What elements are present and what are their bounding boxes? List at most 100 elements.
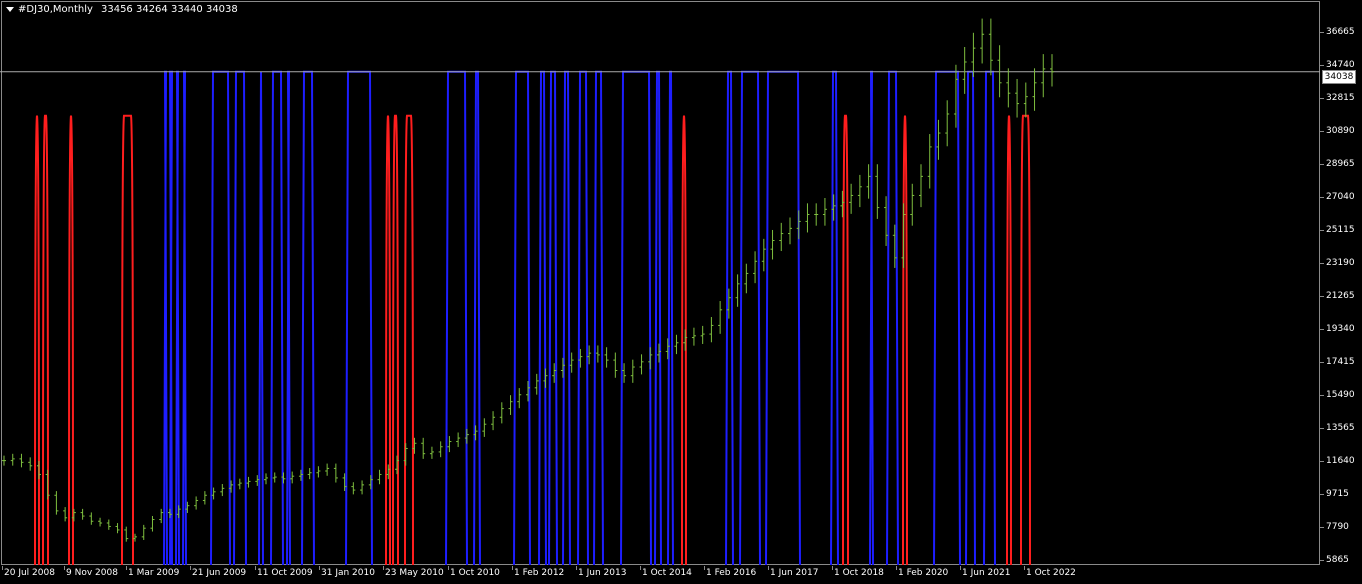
price-bar <box>639 354 644 375</box>
buy-signal-pulse <box>593 70 604 566</box>
buy-signal-pulse <box>548 70 558 566</box>
time-tick-label: 1 Feb 2012 <box>514 568 565 578</box>
time-tick-label: 1 Feb 2016 <box>706 568 757 578</box>
price-bar <box>246 476 251 488</box>
price-tick-label: 15490 <box>1326 390 1355 400</box>
price-bar <box>80 508 85 520</box>
time-tick-mark <box>960 566 961 570</box>
price-bar <box>1041 54 1046 98</box>
buy-signal-pulse <box>886 70 899 566</box>
buy-signal-pulse <box>182 70 187 566</box>
price-tick-label: 36665 <box>1326 27 1355 37</box>
price-bar <box>735 274 740 307</box>
buy-signal-pulse <box>869 70 874 566</box>
price-bar <box>28 457 33 471</box>
price-bar <box>176 505 181 519</box>
buy-signal-pulse <box>739 70 761 566</box>
price-bar <box>150 515 155 532</box>
price-bar <box>936 119 941 160</box>
buy-signal-pulse <box>445 70 468 566</box>
price-bar <box>1006 68 1011 108</box>
price-bar <box>761 238 766 272</box>
price-bar <box>919 164 923 208</box>
price-bar <box>124 526 129 542</box>
price-bar <box>1023 82 1028 118</box>
price-tick-mark <box>1320 428 1324 429</box>
buy-signal-pulse <box>473 70 481 566</box>
price-tick-label: 19340 <box>1326 324 1355 334</box>
price-bar <box>456 432 461 448</box>
time-tick-label: 1 Jun 2013 <box>578 568 627 578</box>
price-tick-mark <box>1320 65 1324 66</box>
price-bar <box>141 524 146 540</box>
buy-signal-pulse <box>345 70 373 566</box>
time-tick-label: 1 Oct 2022 <box>1026 568 1076 578</box>
price-tick-mark <box>1320 329 1324 330</box>
sell-signal-pulse <box>34 115 40 566</box>
price-bar <box>718 301 723 334</box>
price-tick-mark <box>1320 263 1324 264</box>
price-bar <box>1050 54 1054 87</box>
time-tick-mark <box>2 566 3 570</box>
buy-signal-pulse <box>983 70 996 566</box>
price-bar <box>438 441 443 458</box>
dropdown-arrow-icon[interactable] <box>6 7 14 12</box>
time-tick-mark <box>640 566 641 570</box>
price-bar <box>962 47 967 94</box>
buy-signal-pulse <box>286 70 291 566</box>
price-tick-mark <box>1320 527 1324 528</box>
price-bar <box>822 197 827 226</box>
chart-plot <box>0 18 1320 566</box>
buy-signal-pulse <box>725 70 734 566</box>
sell-signal-pulse <box>1020 114 1031 566</box>
buy-signal-pulse <box>258 71 264 566</box>
time-tick-mark <box>64 566 65 570</box>
time-tick-label: 1 Feb 2020 <box>898 568 949 578</box>
time-tick-mark <box>255 566 256 570</box>
price-bar <box>237 478 242 490</box>
price-bar <box>447 436 452 453</box>
price-bar <box>796 210 801 240</box>
price-bar <box>517 388 522 409</box>
time-tick-mark <box>190 566 191 570</box>
price-bar <box>272 472 277 483</box>
price-tick-label: 13565 <box>1326 423 1355 433</box>
price-bar <box>63 507 68 522</box>
sell-signal-pulse <box>121 114 134 566</box>
time-tick-label: 1 Oct 2010 <box>450 568 500 578</box>
time-axis[interactable]: 20 Jul 2008 9 Nov 2008 1 Mar 2009 21 Jun 20… <box>0 566 1320 584</box>
price-bar <box>971 32 976 77</box>
price-bar <box>351 482 356 495</box>
price-bar <box>988 18 993 76</box>
price-bar <box>508 395 513 415</box>
price-bar <box>377 469 382 485</box>
buy-signal-pulse <box>168 70 174 566</box>
chart-window[interactable]: #DJ30,Monthly 33456 34264 33440 34038 36… <box>0 0 1362 584</box>
price-bar <box>849 183 854 214</box>
buy-signal-pulse <box>654 70 662 566</box>
price-bar <box>115 523 120 534</box>
time-tick-mark <box>383 566 384 570</box>
price-bar <box>1015 78 1020 118</box>
current-price-label: 34038 <box>1322 70 1356 84</box>
price-bar <box>202 491 207 505</box>
price-bar <box>779 222 784 252</box>
buy-signal-pulse <box>270 70 284 566</box>
price-bar <box>674 334 679 355</box>
price-bar <box>159 508 164 524</box>
price-bar <box>54 491 59 515</box>
time-tick-label: 1 Mar 2009 <box>128 568 180 578</box>
price-bar <box>98 517 103 527</box>
ohlc-label: 33456 34264 33440 34038 <box>100 4 238 15</box>
price-bar <box>866 164 871 199</box>
buy-signal-pulse <box>577 70 589 566</box>
buy-signal-pulse <box>175 70 180 566</box>
price-bar <box>194 496 199 510</box>
time-tick-label: 1 Jun 2021 <box>962 568 1011 578</box>
price-bar <box>875 164 880 219</box>
price-bar <box>630 359 635 383</box>
price-tick-mark <box>1320 560 1324 561</box>
price-bar <box>106 519 111 530</box>
buy-signal-pulse <box>233 70 247 566</box>
price-axis[interactable]: 36665 34740 32815 30890 28965 27040 25115 23190… <box>1320 0 1362 566</box>
